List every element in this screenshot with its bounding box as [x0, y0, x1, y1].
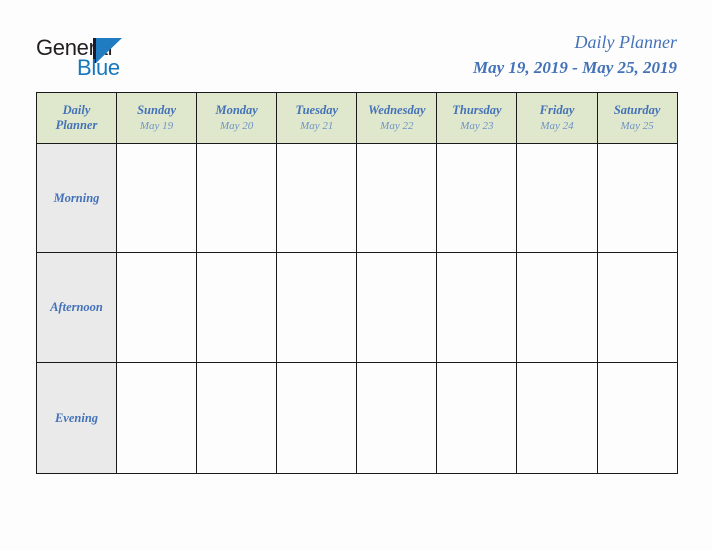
table-row-afternoon: Afternoon [36, 252, 678, 363]
header-cell-friday: Friday May 24 [516, 92, 598, 144]
day-name-tuesday: Tuesday [295, 103, 339, 117]
table-header-row: Daily Planner Sunday May 19 Monday May 2… [36, 92, 678, 144]
slot-evening-tuesday[interactable] [276, 362, 358, 474]
page-header: General Blue Daily Planner May 19, 2019 … [0, 0, 712, 92]
corner-label-line1: Daily [62, 103, 91, 117]
day-name-thursday: Thursday [452, 103, 502, 117]
logo-text-blue: Blue [77, 55, 120, 80]
slot-morning-tuesday[interactable] [276, 143, 358, 253]
slot-afternoon-thursday[interactable] [436, 252, 518, 363]
day-date-friday: May 24 [540, 120, 574, 132]
page-title: Daily Planner [574, 32, 677, 52]
slot-afternoon-friday[interactable] [516, 252, 598, 363]
slot-evening-monday[interactable] [196, 362, 278, 474]
slot-evening-saturday[interactable] [596, 362, 678, 474]
slot-afternoon-saturday[interactable] [596, 252, 678, 363]
header-corner-cell: Daily Planner [36, 92, 117, 144]
date-range-label: May 19, 2019 - May 25, 2019 [473, 58, 677, 77]
slot-morning-saturday[interactable] [596, 143, 678, 253]
row-label-morning: Morning [36, 143, 117, 253]
day-name-saturday: Saturday [613, 103, 661, 117]
header-cell-wednesday: Wednesday May 22 [356, 92, 438, 144]
slot-afternoon-tuesday[interactable] [276, 252, 358, 363]
slot-morning-monday[interactable] [196, 143, 278, 253]
planner-table: Daily Planner Sunday May 19 Monday May 2… [36, 92, 678, 474]
slot-evening-friday[interactable] [516, 362, 598, 474]
day-name-wednesday: Wednesday [368, 103, 426, 117]
daily-planner-page: General Blue Daily Planner May 19, 2019 … [0, 0, 712, 550]
day-date-monday: May 20 [219, 120, 254, 132]
day-name-monday: Monday [215, 103, 258, 117]
slot-morning-thursday[interactable] [436, 143, 518, 253]
slot-evening-thursday[interactable] [436, 362, 518, 474]
general-blue-logo[interactable]: General Blue [36, 36, 236, 82]
header-cell-tuesday: Tuesday May 21 [276, 92, 358, 144]
day-date-wednesday: May 22 [380, 120, 414, 132]
header-cell-thursday: Thursday May 23 [436, 92, 518, 144]
day-date-thursday: May 23 [460, 120, 494, 132]
corner-label-line2: Planner [55, 118, 98, 132]
day-name-friday: Friday [539, 103, 575, 117]
title-block: Daily Planner May 19, 2019 - May 25, 201… [473, 30, 677, 80]
slot-afternoon-monday[interactable] [196, 252, 278, 363]
slot-afternoon-sunday[interactable] [115, 252, 198, 363]
slot-morning-wednesday[interactable] [356, 143, 438, 253]
slot-afternoon-wednesday[interactable] [356, 252, 438, 363]
day-date-tuesday: May 21 [300, 120, 334, 132]
table-row-evening: Evening [36, 362, 678, 474]
day-date-sunday: May 19 [139, 120, 174, 132]
row-label-afternoon: Afternoon [36, 252, 117, 363]
header-cell-saturday: Saturday May 25 [596, 92, 678, 144]
table-row-morning: Morning [36, 143, 678, 253]
slot-morning-sunday[interactable] [115, 143, 198, 253]
slot-evening-sunday[interactable] [115, 362, 198, 474]
slot-morning-friday[interactable] [516, 143, 598, 253]
header-cell-sunday: Sunday May 19 [115, 92, 198, 144]
day-name-sunday: Sunday [137, 103, 176, 117]
day-date-saturday: May 25 [620, 120, 654, 132]
slot-evening-wednesday[interactable] [356, 362, 438, 474]
header-cell-monday: Monday May 20 [196, 92, 278, 144]
row-label-evening: Evening [36, 362, 117, 474]
